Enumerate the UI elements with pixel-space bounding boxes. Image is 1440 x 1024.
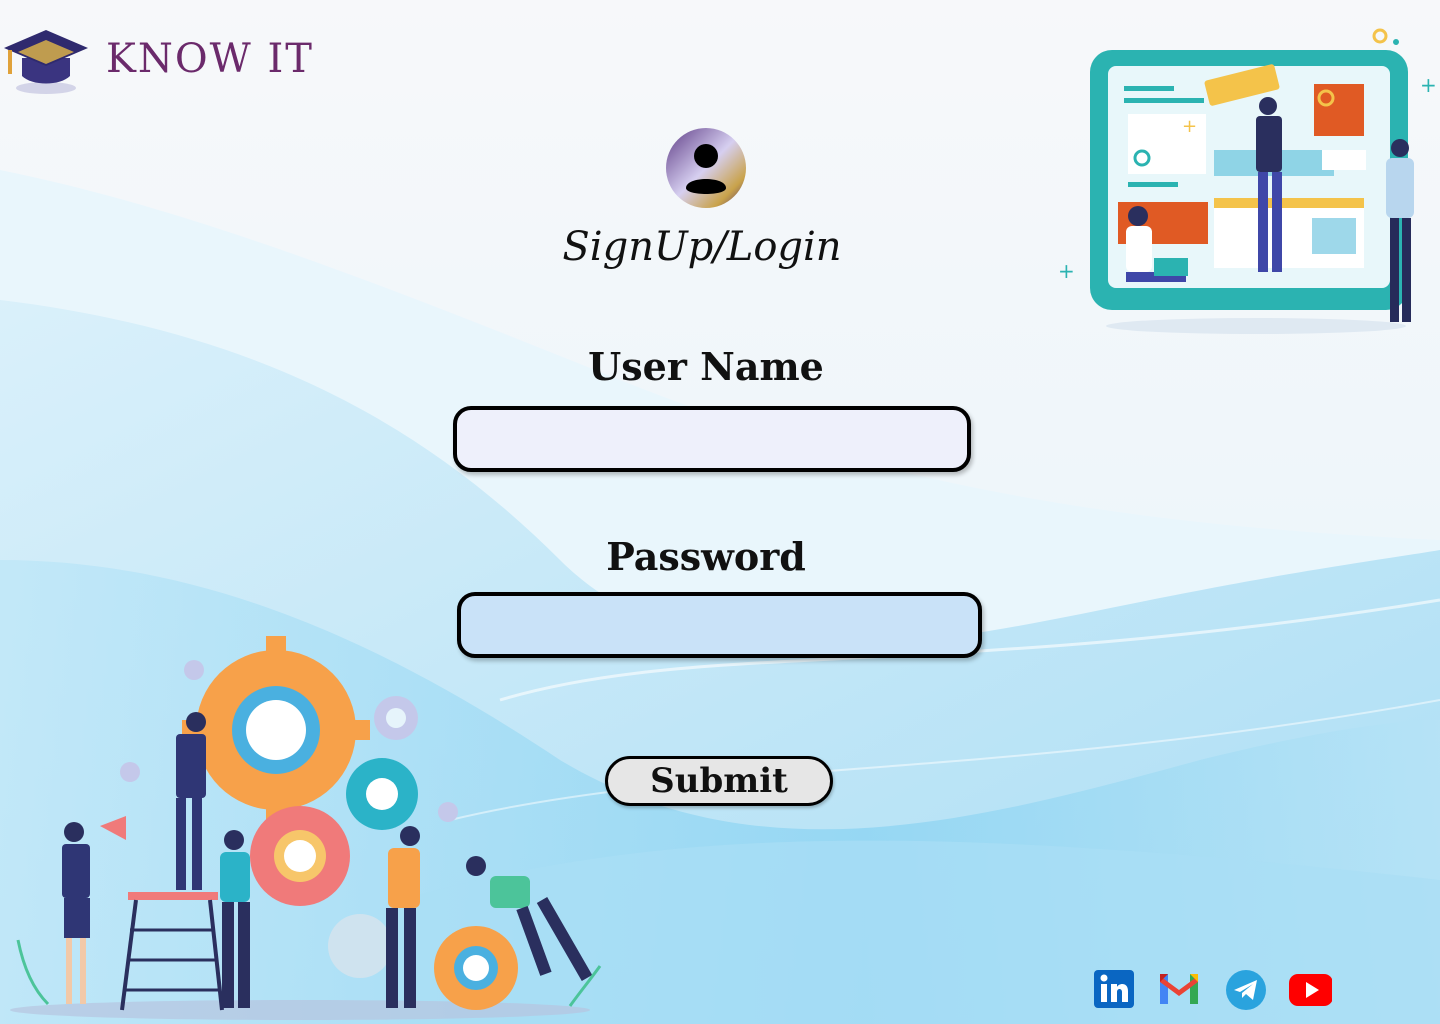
svg-text:+: + [1182,116,1197,137]
linkedin-icon[interactable] [1092,966,1136,1010]
page-title: SignUp/Login [562,224,842,270]
password-label: Password [606,534,806,579]
username-label: User Name [588,344,824,389]
password-input[interactable] [457,592,982,658]
telegram-icon[interactable] [1224,966,1268,1010]
team-dashboard-illustration: + + + [1058,28,1437,334]
svg-text:+: + [1420,73,1437,97]
brand-name: KNOW IT [106,36,314,82]
gmail-icon[interactable] [1157,966,1201,1010]
youtube-icon[interactable] [1288,966,1332,1010]
username-input[interactable] [453,406,971,472]
teamwork-gears-illustration [10,636,602,1020]
brand-logo[interactable]: KNOW IT [0,18,314,98]
graduation-cap-icon [4,30,88,94]
user-avatar-icon [666,128,746,208]
submit-button[interactable]: Submit [605,756,833,806]
